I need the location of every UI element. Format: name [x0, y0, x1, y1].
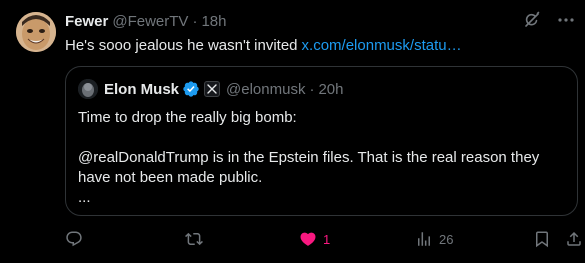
quote-avatar[interactable] — [78, 79, 98, 99]
x-logo-icon — [204, 81, 221, 97]
quote-time[interactable]: 20h — [318, 81, 343, 98]
tweet-actions: 1 26 — [65, 230, 583, 252]
avatar[interactable] — [16, 12, 56, 52]
heart-filled-icon — [299, 230, 317, 248]
quote-author-name[interactable]: Elon Musk — [104, 81, 179, 98]
tweet-header: Fewer @FewerTV · 18h — [65, 11, 226, 31]
tweet-text: He's sooo jealous he wasn't invited x.com… — [65, 36, 462, 56]
reply-button[interactable] — [65, 230, 83, 248]
reply-icon — [65, 230, 83, 248]
tweet-link[interactable]: x.com/elonmusk/statu… — [302, 37, 462, 54]
quote-line: ... — [78, 189, 91, 206]
grok-icon[interactable] — [523, 11, 541, 29]
quoted-tweet[interactable]: Elon Musk @elonmusk · 20h Time to drop t… — [65, 66, 578, 216]
tweet-top-actions — [523, 11, 575, 29]
cartoon-face-avatar-icon — [16, 12, 56, 52]
quote-line: @realDonaldTrump is in the Epstein files… — [78, 149, 540, 186]
quote-header: Elon Musk @elonmusk · 20h — [78, 79, 343, 99]
share-button[interactable] — [565, 230, 583, 248]
quote-text: Time to drop the really big bomb: @realD… — [78, 108, 558, 208]
separator-dot: · — [192, 12, 198, 30]
verified-badge-icon — [182, 80, 200, 98]
author-name[interactable]: Fewer — [65, 13, 108, 30]
views-count: 26 — [439, 231, 454, 247]
views-button[interactable]: 26 — [415, 230, 453, 248]
retweet-button[interactable] — [185, 230, 203, 248]
retweet-icon — [185, 230, 203, 248]
tweet-time[interactable]: 18h — [201, 13, 226, 30]
quote-line: Time to drop the really big bomb: — [78, 109, 297, 126]
author-handle[interactable]: @FewerTV — [112, 13, 188, 30]
tweet[interactable]: Fewer @FewerTV · 18h He's sooo jealous h… — [0, 0, 585, 263]
like-count: 1 — [323, 231, 331, 247]
quote-author-handle[interactable]: @elonmusk — [226, 81, 305, 98]
bookmark-icon — [533, 230, 551, 248]
tweet-body: He's sooo jealous he wasn't invited — [65, 37, 298, 54]
share-icon — [565, 230, 583, 248]
like-button[interactable]: 1 — [299, 230, 330, 248]
more-options-icon[interactable] — [557, 11, 575, 29]
bookmark-button[interactable] — [533, 230, 551, 248]
separator-dot: · — [309, 80, 315, 98]
views-bar-chart-icon — [415, 230, 433, 248]
